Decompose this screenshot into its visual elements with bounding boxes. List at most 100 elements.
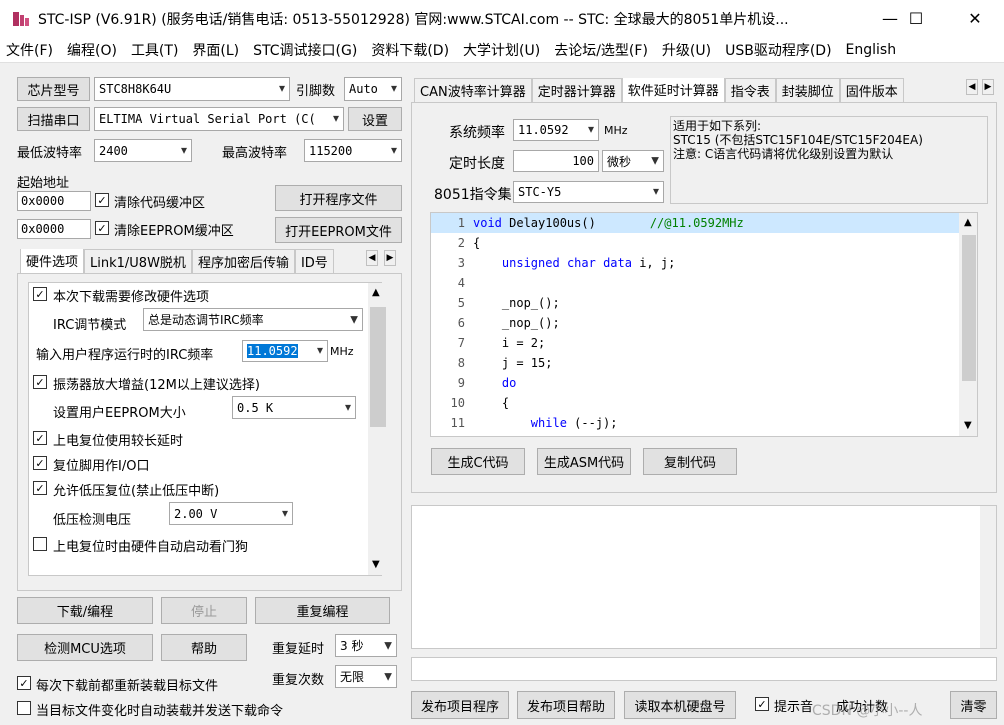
menu-debug[interactable]: STC调试接口(G)	[253, 40, 357, 60]
menu-download[interactable]: 资料下载(D)	[371, 40, 449, 60]
code-editor[interactable]: 1 void Delay100us()//@11.0592MHz 2{3 unsig…	[430, 212, 978, 437]
low-volt-reset-checkbox[interactable]: ✓	[33, 481, 47, 495]
menu-usb-driver[interactable]: USB驱动程序(D)	[725, 40, 831, 60]
low-volt-select[interactable]: 2.00 V ▼	[169, 502, 293, 525]
irc-frequency-unit: MHz	[330, 345, 354, 358]
maximize-button[interactable]: ☐	[893, 0, 939, 37]
pin-count-select[interactable]: Auto ▼	[344, 77, 402, 101]
detect-mcu-button[interactable]: 检测MCU选项	[17, 634, 153, 661]
menu-university[interactable]: 大学计划(U)	[463, 40, 540, 60]
irc-frequency-select[interactable]: 11.0592 ▼	[242, 340, 328, 362]
auto-reload-checkbox[interactable]	[17, 701, 31, 715]
right-tab-scroll-right-icon[interactable]: ▶	[982, 79, 994, 95]
settings-button[interactable]: 设置	[348, 107, 402, 131]
clear-code-checkbox[interactable]: ✓	[95, 193, 109, 207]
publish-program-button[interactable]: 发布项目程序	[411, 691, 509, 719]
min-baud-select[interactable]: 2400 ▼	[94, 139, 192, 162]
tab-id-number[interactable]: ID号	[294, 249, 334, 273]
sys-freq-select[interactable]: 11.0592 ▼	[513, 119, 599, 141]
scroll-thumb[interactable]	[370, 307, 386, 427]
long-delay-checkbox[interactable]: ✓	[33, 431, 47, 445]
clear-eeprom-checkbox[interactable]: ✓	[95, 221, 109, 235]
menu-program[interactable]: 编程(O)	[67, 40, 117, 60]
copy-code-button[interactable]: 复制代码	[643, 448, 737, 475]
help-button[interactable]: 帮助	[161, 634, 247, 661]
start-address-label: 起始地址	[17, 176, 70, 191]
reload-each-checkbox[interactable]: ✓	[17, 676, 31, 690]
repeat-delay-select[interactable]: 3 秒 ▼	[335, 634, 397, 657]
scroll-down-icon[interactable]: ▼	[372, 559, 380, 570]
menu-file[interactable]: 文件(F)	[6, 40, 53, 60]
code-text: _nop_();	[473, 316, 560, 330]
clear-count-button[interactable]: 清零	[950, 691, 997, 719]
delay-unit-select[interactable]: 微秒 ▼	[602, 150, 664, 172]
eeprom-address-input[interactable]: 0x0000	[17, 219, 91, 239]
menu-upgrade[interactable]: 升级(U)	[662, 40, 711, 60]
eeprom-size-select[interactable]: 0.5 K ▼	[232, 396, 356, 419]
repeat-count-select[interactable]: 无限 ▼	[335, 665, 397, 688]
progress-bar	[411, 657, 997, 681]
irc-mode-select[interactable]: 总是动态调节IRC频率 ▼	[143, 308, 363, 331]
tab-scroll-right-icon[interactable]: ▶	[384, 250, 396, 266]
tab-hardware-options[interactable]: 硬件选项	[20, 249, 85, 273]
code-text: unsigned char data i, j;	[501, 256, 676, 270]
delay-length-input[interactable]: 100	[513, 150, 599, 172]
open-eeprom-file-button[interactable]: 打开EEPROM文件	[275, 217, 402, 243]
publish-help-button[interactable]: 发布项目帮助	[517, 691, 615, 719]
osc-gain-checkbox[interactable]: ✓	[33, 375, 47, 389]
code-scrollbar[interactable]: ▲ ▼	[959, 213, 977, 436]
code-scroll-down-icon[interactable]: ▼	[964, 420, 972, 431]
chevron-down-icon: ▼	[587, 124, 594, 136]
reset-io-checkbox[interactable]: ✓	[33, 456, 47, 470]
code-line: 4	[431, 273, 961, 293]
generate-asm-button[interactable]: 生成ASM代码	[537, 448, 631, 475]
download-button[interactable]: 下载/编程	[17, 597, 153, 624]
code-text: i = 2;	[473, 336, 546, 350]
modify-hw-checkbox[interactable]: ✓	[33, 287, 47, 301]
irc-mode-value: 总是动态调节IRC频率	[148, 313, 264, 327]
tab-link1-offline[interactable]: Link1/U8W脱机	[84, 249, 192, 273]
tab-scroll-left-icon[interactable]: ◀	[366, 250, 378, 266]
stop-button[interactable]: 停止	[161, 597, 247, 624]
output-log[interactable]	[411, 505, 997, 649]
tab-package-pins[interactable]: 封装脚位	[775, 78, 840, 102]
tab-firmware-version[interactable]: 固件版本	[839, 78, 904, 102]
generate-c-button[interactable]: 生成C代码	[431, 448, 525, 475]
options-scrollbar[interactable]: ▲ ▼	[368, 283, 388, 575]
serial-port-select[interactable]: ELTIMA Virtual Serial Port (C(▼	[94, 107, 344, 131]
right-tab-scroll-left-icon[interactable]: ◀	[966, 79, 978, 95]
tab-can-baud[interactable]: CAN波特率计算器	[414, 78, 532, 102]
menu-tools[interactable]: 工具(T)	[131, 40, 178, 60]
prompt-sound-checkbox[interactable]: ✓	[755, 697, 769, 711]
read-disk-id-button[interactable]: 读取本机硬盘号	[624, 691, 736, 719]
tab-timer-calc[interactable]: 定时器计算器	[531, 78, 622, 102]
log-scrollbar[interactable]	[980, 506, 996, 648]
tab-instruction-table[interactable]: 指令表	[724, 78, 776, 102]
line-number: 5	[457, 296, 465, 310]
chevron-down-icon: ▼	[344, 402, 351, 413]
max-baud-label: 最高波特率	[222, 146, 288, 161]
irc-frequency-value: 11.0592	[247, 344, 298, 358]
close-button[interactable]: ✕	[952, 0, 998, 37]
instr-set-select[interactable]: STC-Y5 ▼	[513, 181, 664, 203]
menu-interface[interactable]: 界面(L)	[192, 40, 239, 60]
chip-model-button[interactable]: 芯片型号	[17, 77, 90, 101]
reprogram-button[interactable]: 重复编程	[255, 597, 390, 624]
chip-model-select[interactable]: STC8H8K64U ▼	[94, 77, 290, 101]
code-text: _nop_();	[473, 296, 560, 310]
menu-forum[interactable]: 去论坛/选型(F)	[554, 40, 648, 60]
tab-delay-calc[interactable]: 软件延时计算器	[621, 78, 725, 102]
chevron-down-icon: ▼	[390, 83, 397, 95]
max-baud-select[interactable]: 115200 ▼	[304, 139, 402, 162]
code-scroll-up-icon[interactable]: ▲	[964, 217, 972, 228]
scroll-up-icon[interactable]: ▲	[372, 287, 380, 298]
code-scroll-thumb[interactable]	[962, 235, 976, 381]
scan-port-button[interactable]: 扫描串口	[17, 107, 90, 131]
pin-count-value: Auto	[349, 82, 378, 96]
tab-encrypted-transfer[interactable]: 程序加密后传输	[191, 249, 295, 273]
open-program-file-button[interactable]: 打开程序文件	[275, 185, 402, 211]
osc-gain-label: 振荡器放大增益(12M以上建议选择)	[53, 378, 260, 393]
code-address-input[interactable]: 0x0000	[17, 191, 91, 211]
watchdog-checkbox[interactable]	[33, 537, 47, 551]
menu-english[interactable]: English	[846, 42, 897, 58]
